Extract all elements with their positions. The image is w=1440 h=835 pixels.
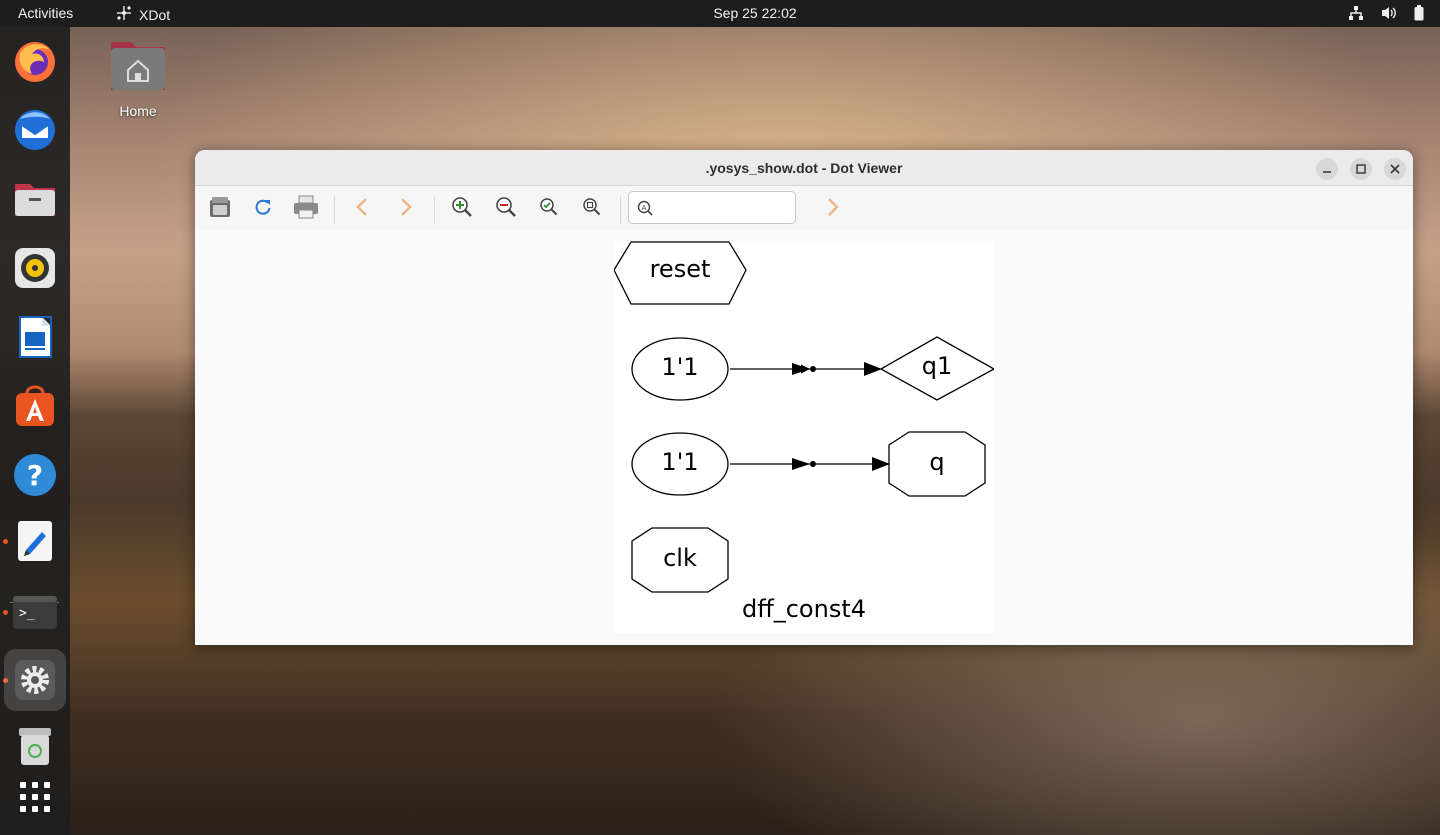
- search-field[interactable]: A: [628, 191, 796, 224]
- close-button[interactable]: [1384, 158, 1406, 180]
- graph-canvas[interactable]: reset 1'1 q1 1'1 q clk dff_const4: [195, 232, 1413, 645]
- node-q-label: q: [929, 448, 944, 476]
- back-button[interactable]: [347, 194, 377, 224]
- node-const-b-label: 1'1: [661, 448, 698, 476]
- chevron-left-icon: [355, 197, 369, 222]
- svg-text:>_: >_: [19, 606, 35, 621]
- toolbar-separator: [434, 196, 435, 224]
- battery-icon[interactable]: [1414, 5, 1424, 21]
- zoom-out-button[interactable]: [491, 194, 521, 224]
- help-icon[interactable]: ?: [11, 451, 59, 499]
- dock: ? >_: [0, 27, 70, 835]
- system-tray[interactable]: [1348, 5, 1424, 21]
- toolbar-separator: [620, 196, 621, 224]
- open-file-icon: [208, 195, 232, 224]
- writer-icon[interactable]: [11, 313, 59, 361]
- reload-icon: [253, 197, 273, 222]
- zoom-out-icon: [495, 196, 517, 223]
- edge-arrowhead: [792, 363, 810, 375]
- reload-button[interactable]: [248, 194, 278, 224]
- clock[interactable]: Sep 25 22:02: [0, 5, 1440, 21]
- junction-point: [810, 366, 816, 372]
- node-reset[interactable]: reset: [614, 241, 747, 305]
- graph-drawing: reset 1'1 q1 1'1 q clk dff_const4: [614, 241, 994, 633]
- node-q[interactable]: q: [888, 431, 986, 497]
- node-const-b[interactable]: 1'1: [631, 432, 729, 496]
- network-icon[interactable]: [1348, 5, 1364, 21]
- edge-arrowhead: [872, 457, 890, 471]
- zoom-original-icon: [582, 197, 602, 222]
- edge-arrowhead: [792, 458, 810, 470]
- zoom-fit-icon: [539, 197, 559, 222]
- desktop-home[interactable]: Home: [104, 38, 172, 119]
- print-button[interactable]: [291, 194, 321, 224]
- window-title: .yosys_show.dot - Dot Viewer: [705, 160, 903, 176]
- rhythmbox-icon[interactable]: [11, 244, 59, 292]
- node-clk[interactable]: clk: [631, 527, 729, 593]
- running-indicator: [3, 610, 8, 615]
- running-indicator: [3, 539, 8, 544]
- dot-viewer-window: .yosys_show.dot - Dot Viewer A reset 1'1…: [195, 150, 1413, 645]
- app-center-icon[interactable]: [11, 382, 59, 430]
- zoom-in-button[interactable]: [447, 194, 477, 224]
- forward-button[interactable]: [391, 194, 421, 224]
- node-clk-label: clk: [663, 544, 697, 572]
- toolbar-separator: [334, 196, 335, 224]
- node-const-a-label: 1'1: [661, 353, 698, 381]
- edge-arrowhead: [864, 362, 882, 376]
- junction-point: [810, 461, 816, 467]
- app-grid-icon[interactable]: [11, 773, 59, 821]
- open-button[interactable]: [205, 194, 235, 224]
- minimize-button[interactable]: [1316, 158, 1338, 180]
- graph-label: dff_const4: [742, 595, 866, 623]
- home-label: Home: [119, 103, 157, 119]
- node-const-a[interactable]: 1'1: [631, 337, 729, 401]
- chevron-right-icon: [826, 197, 840, 222]
- volume-icon[interactable]: [1380, 5, 1398, 21]
- search-icon: A: [637, 200, 653, 221]
- files-icon[interactable]: [11, 175, 59, 223]
- top-bar: Activities XDot Sep 25 22:02: [0, 0, 1440, 27]
- node-q1-label: q1: [922, 352, 953, 380]
- zoom-100-button[interactable]: [577, 194, 607, 224]
- chevron-right-icon: [399, 197, 413, 222]
- print-icon: [293, 195, 319, 224]
- svg-text:A: A: [642, 204, 647, 212]
- svg-text:?: ?: [27, 459, 43, 492]
- terminal-icon[interactable]: >_: [11, 588, 59, 636]
- node-q1[interactable]: q1: [879, 336, 994, 401]
- title-bar[interactable]: .yosys_show.dot - Dot Viewer: [195, 150, 1413, 186]
- zoom-in-icon: [451, 196, 473, 223]
- trash-icon[interactable]: [11, 722, 59, 770]
- thunderbird-icon[interactable]: [11, 106, 59, 154]
- zoom-fit-button[interactable]: [534, 194, 564, 224]
- settings-icon[interactable]: [4, 649, 66, 711]
- toolbar: [195, 186, 1413, 230]
- firefox-icon[interactable]: [11, 37, 59, 85]
- maximize-button[interactable]: [1350, 158, 1372, 180]
- text-editor-icon[interactable]: [11, 517, 59, 565]
- node-reset-label: reset: [650, 255, 711, 283]
- home-folder-icon: [108, 42, 168, 97]
- search-input[interactable]: [657, 198, 791, 218]
- find-next-button[interactable]: [818, 194, 848, 224]
